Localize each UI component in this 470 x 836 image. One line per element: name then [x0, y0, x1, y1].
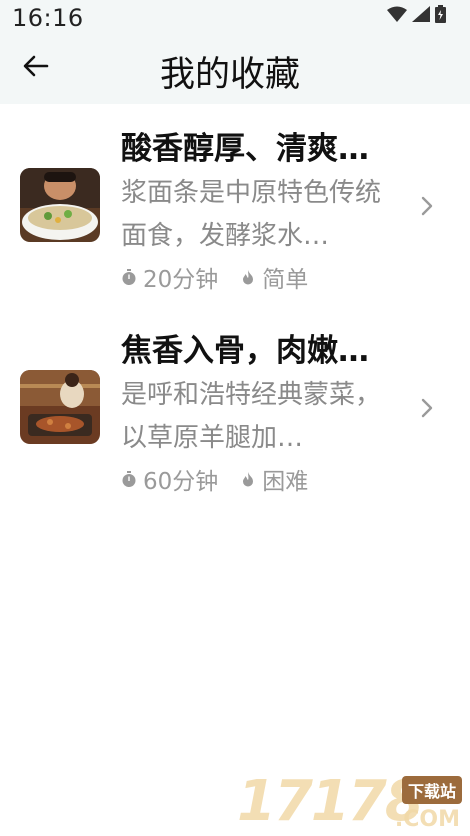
difficulty-label: 困难: [262, 469, 309, 495]
site-watermark: 17178 下载站 .COM: [237, 769, 462, 836]
back-button[interactable]: [18, 52, 54, 84]
favorite-item[interactable]: 焦香入骨，肉嫩… 是呼和浩特经典蒙菜，以草原羊腿加… 60分钟 困难: [0, 306, 470, 508]
recipe-title: 焦香入骨，肉嫩…: [121, 333, 369, 369]
recipe-title: 酸香醇厚、清爽…: [121, 131, 369, 167]
timer-icon: [121, 471, 137, 487]
difficulty: 困难: [240, 462, 308, 496]
flame-icon: [240, 471, 256, 487]
difficulty-label: 简单: [262, 267, 309, 293]
recipe-thumbnail: [20, 370, 100, 444]
page-title: 我的收藏: [160, 55, 301, 95]
cook-time-label: 60分钟: [143, 469, 219, 495]
battery-icon: [435, 5, 446, 27]
flame-icon: [240, 269, 256, 285]
signal-icon: [412, 6, 430, 26]
favorite-item[interactable]: 酸香醇厚、清爽… 浆面条是中原特色传统面食，发酵浆水… 20分钟 简单: [0, 104, 470, 306]
wifi-icon: [387, 6, 407, 26]
arrow-left-icon: [23, 55, 49, 81]
recipe-meta: 20分钟 简单: [121, 260, 308, 294]
chevron-right-icon: [418, 396, 436, 420]
recipe-description: 浆面条是中原特色传统面食，发酵浆水…: [121, 178, 382, 251]
timer-icon: [121, 269, 137, 285]
cook-time-label: 20分钟: [143, 267, 219, 293]
recipe-meta: 60分钟 困难: [121, 462, 308, 496]
recipe-description: 是呼和浩特经典蒙菜，以草原羊腿加…: [121, 380, 382, 453]
app-header: 16:16 我的收藏: [0, 0, 470, 104]
favorites-list: 酸香醇厚、清爽… 浆面条是中原特色传统面食，发酵浆水… 20分钟 简单 焦香入骨…: [0, 104, 470, 508]
cook-time: 20分钟: [121, 260, 218, 294]
status-icons: [387, 5, 446, 27]
watermark-badge: 下载站: [401, 776, 462, 804]
difficulty: 简单: [240, 260, 308, 294]
cook-time: 60分钟: [121, 462, 218, 496]
chevron-right-icon: [418, 194, 436, 218]
watermark-domain: .COM: [394, 807, 460, 832]
status-time: 16:16: [12, 4, 84, 32]
recipe-thumbnail: [20, 168, 100, 242]
